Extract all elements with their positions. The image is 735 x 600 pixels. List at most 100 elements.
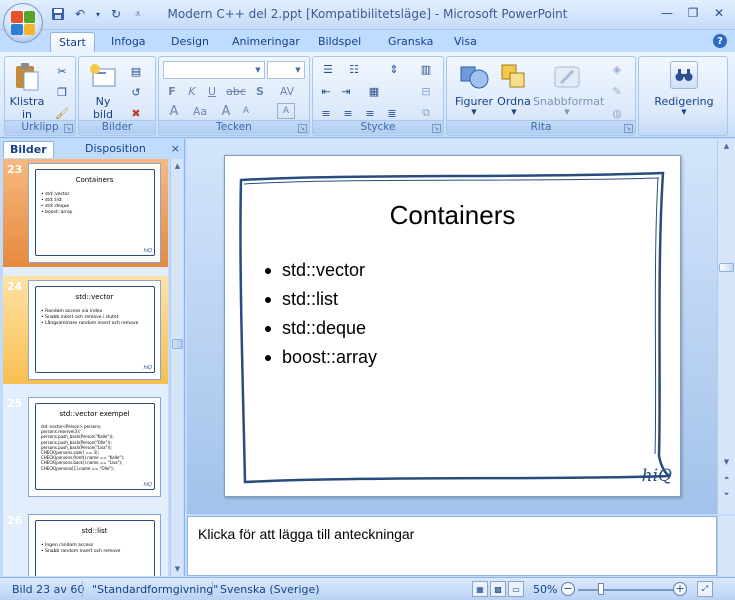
slide-title[interactable]: Containers: [225, 200, 680, 231]
new-slide-button[interactable]: Ny bild: [85, 61, 121, 121]
align-right-icon[interactable]: ≡: [361, 105, 379, 121]
tab-visa[interactable]: Visa: [446, 32, 485, 52]
current-slide[interactable]: Containers std::vector std::list std::de…: [224, 155, 681, 497]
text-direction-icon[interactable]: ▥: [415, 61, 437, 77]
zoom-out-icon[interactable]: −: [561, 582, 575, 596]
thumbnails-scrollbar[interactable]: ▲ ▼: [170, 159, 183, 576]
bullet-item: std::deque: [265, 314, 377, 343]
delete-slide-icon[interactable]: ✖: [127, 105, 145, 121]
zoom-level[interactable]: 50%: [533, 583, 557, 596]
rita-launcher-icon[interactable]: ↘: [624, 124, 633, 133]
shape-fill-icon[interactable]: ◈: [605, 61, 629, 77]
layout-icon[interactable]: ▤: [127, 63, 145, 79]
strikethrough-button[interactable]: abc: [225, 83, 247, 99]
font-name-combo[interactable]: ▼: [163, 61, 265, 79]
shadow-button[interactable]: S: [251, 83, 269, 99]
chevron-down-icon: ▼: [681, 108, 687, 116]
italic-button[interactable]: K: [183, 83, 201, 99]
quick-styles-button[interactable]: Snabbformat ▼: [533, 61, 604, 116]
char-spacing-button[interactable]: AV: [275, 83, 299, 99]
numbering-icon[interactable]: ☷: [343, 61, 365, 77]
group-tecken: ▼ ▼ F K U abc S AV A Aa A A A Tecken ↘: [158, 56, 310, 136]
scroll-up-icon[interactable]: ▲: [171, 159, 184, 173]
scroll-down-icon[interactable]: ▼: [718, 455, 735, 469]
format-painter-icon[interactable]: 🖌: [53, 105, 71, 121]
decrease-indent-icon[interactable]: ⇤: [317, 83, 335, 99]
maximize-button[interactable]: ❐: [681, 3, 705, 23]
office-button[interactable]: [3, 3, 43, 43]
clear-format-button[interactable]: A: [277, 103, 295, 119]
tab-design[interactable]: Design: [163, 32, 217, 52]
editing-button[interactable]: Redigering ▼: [641, 61, 727, 116]
zoom-in-icon[interactable]: +: [673, 582, 687, 596]
scrollbar-thumb[interactable]: [172, 339, 183, 349]
align-left-icon[interactable]: ≡: [317, 105, 335, 121]
slide-sorter-icon[interactable]: ▩: [490, 581, 506, 597]
thumbnail-slide: Containers • std::vector • std::list • s…: [28, 163, 161, 263]
shrink-font-button[interactable]: A: [237, 103, 255, 119]
scroll-up-icon[interactable]: ▲: [718, 139, 735, 153]
slide-bullets[interactable]: std::vector std::list std::deque boost::…: [265, 256, 377, 372]
thumbnail-list: 23 Containers • std::vector • std::list …: [3, 159, 168, 576]
font-color-button[interactable]: A: [163, 103, 185, 119]
paste-button[interactable]: Klistra in: [9, 61, 45, 121]
notes-placeholder[interactable]: Klicka för att lägga till anteckningar: [198, 526, 414, 542]
tab-bilder[interactable]: Bilder: [3, 141, 54, 158]
font-size-combo[interactable]: ▼: [267, 61, 305, 79]
stycke-launcher-icon[interactable]: ↘: [432, 124, 441, 133]
notes-pane[interactable]: Klicka för att lägga till anteckningar: [187, 516, 717, 576]
align-center-icon[interactable]: ≡: [339, 105, 357, 121]
editor-scrollbar[interactable]: ▲ ▼ ⏶ ⏷: [717, 139, 735, 514]
previous-slide-icon[interactable]: ⏶: [718, 471, 735, 485]
align-text-icon[interactable]: ⊟: [415, 83, 437, 99]
minimize-button[interactable]: —: [655, 3, 679, 23]
bold-button[interactable]: F: [163, 83, 181, 99]
slide-thumbnail-23[interactable]: 23 Containers • std::vector • std::list …: [3, 159, 168, 267]
notes-scrollbar[interactable]: [717, 516, 735, 576]
fit-to-window-icon[interactable]: ⤢: [697, 581, 713, 597]
language-indicator[interactable]: Svenska (Sverige): [220, 583, 320, 596]
slide-thumbnail-25[interactable]: 25 std::vector exempel std::vector<Perso…: [3, 393, 168, 501]
tab-infoga[interactable]: Infoga: [103, 32, 154, 52]
tecken-launcher-icon[interactable]: ↘: [298, 124, 307, 133]
columns-icon[interactable]: ▦: [361, 83, 387, 99]
shapes-button[interactable]: Figurer ▼: [453, 61, 495, 116]
justify-icon[interactable]: ≣: [383, 105, 401, 121]
grow-font-button[interactable]: A: [217, 103, 235, 119]
theme-name[interactable]: "Standardformgivning": [92, 583, 218, 596]
zoom-slider-thumb[interactable]: [598, 583, 604, 595]
tab-granska[interactable]: Granska: [380, 32, 441, 52]
binoculars-icon: [670, 61, 698, 89]
next-slide-icon[interactable]: ⏷: [718, 487, 735, 501]
tab-animeringar[interactable]: Animeringar: [224, 32, 308, 52]
shape-outline-icon[interactable]: ✎: [605, 83, 629, 99]
smartart-icon[interactable]: ⧉: [415, 105, 437, 121]
tab-disposition[interactable]: Disposition: [79, 141, 152, 158]
shape-effects-icon[interactable]: ◍: [605, 105, 629, 121]
new-slide-icon: [87, 61, 119, 93]
slide-thumbnail-26[interactable]: 26 std::list • Ingen random access • Sna…: [3, 510, 168, 576]
increase-indent-icon[interactable]: ⇥: [337, 83, 355, 99]
urklipp-launcher-icon[interactable]: ↘: [64, 124, 73, 133]
cut-icon[interactable]: ✂: [53, 63, 71, 79]
line-spacing-icon[interactable]: ⇕: [383, 61, 405, 77]
tab-start[interactable]: Start: [50, 32, 95, 52]
zoom-slider-track[interactable]: [578, 589, 678, 591]
help-icon[interactable]: ?: [713, 34, 727, 48]
copy-icon[interactable]: ❐: [53, 84, 71, 100]
slide-thumbnail-24[interactable]: 24 std::vector • Random access via index…: [3, 276, 168, 384]
normal-view-icon[interactable]: ▦: [472, 581, 488, 597]
reset-icon[interactable]: ↺: [127, 84, 145, 100]
thumbnail-body: std::vector<Person> persons; persons.res…: [41, 424, 125, 471]
pane-close-icon[interactable]: ×: [171, 142, 180, 155]
close-button[interactable]: ✕: [707, 3, 731, 23]
underline-button[interactable]: U: [203, 83, 221, 99]
bullets-icon[interactable]: ☰: [317, 61, 339, 77]
scroll-down-icon[interactable]: ▼: [171, 562, 184, 576]
arrange-button[interactable]: Ordna ▼: [495, 61, 533, 116]
slideshow-icon[interactable]: ▭: [508, 581, 524, 597]
scrollbar-thumb[interactable]: [719, 263, 734, 272]
change-case-button[interactable]: Aa: [189, 103, 211, 119]
bullet-icon: [265, 296, 271, 303]
tab-bildspel[interactable]: Bildspel: [310, 32, 369, 52]
